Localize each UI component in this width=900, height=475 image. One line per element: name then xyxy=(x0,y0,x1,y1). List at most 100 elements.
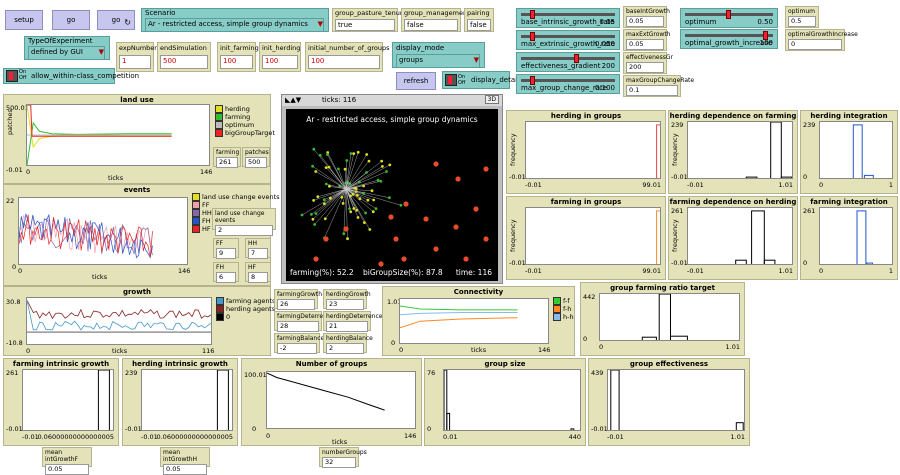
herding-dependence-on-farming-plot: herding dependence on farming239-0.01fre… xyxy=(668,110,798,194)
max-group-change-rate-slider[interactable]: max_group_change_rate0.100 xyxy=(516,74,620,94)
herding-intrinsic-growth-rate-plot: herding intrinsic growth rate239-0.01-0.… xyxy=(122,358,238,446)
group-size-plot: group size7600.01440 xyxy=(424,358,586,446)
view-controls-icon[interactable]: ◣▲▼ xyxy=(285,96,301,104)
series-line-bigGroupTarget xyxy=(27,105,172,136)
events-plot-area xyxy=(18,197,188,265)
group-node xyxy=(453,224,458,229)
farming-balance-monitor: farmingBalance-2 xyxy=(274,333,320,353)
histogram-area xyxy=(141,369,233,431)
histogram-svg xyxy=(600,294,739,340)
mean-int-growth-f-monitor: mean intGrowthF0.05 xyxy=(42,447,92,467)
histogram-bar xyxy=(752,211,765,264)
end-simulation-input[interactable]: endSimulation 500 xyxy=(157,42,211,72)
histogram-svg xyxy=(526,122,660,178)
3d-view-button[interactable]: 3D xyxy=(485,95,499,104)
agent-node xyxy=(349,210,352,213)
histogram-bar xyxy=(657,125,660,178)
histogram-bar xyxy=(764,260,775,264)
agent-node xyxy=(350,152,353,155)
histogram-area xyxy=(819,121,893,179)
effectiveness-gradient-slider[interactable]: effectiveness_gradient200 xyxy=(516,52,620,72)
histogram-svg xyxy=(444,370,580,430)
pairing-input[interactable]: pairing false xyxy=(464,8,494,32)
histogram-area xyxy=(607,369,745,431)
histogram-svg xyxy=(820,122,892,178)
refresh-button[interactable]: refresh xyxy=(396,72,436,90)
histogram-bar xyxy=(642,337,656,340)
initial-number-of-groups-value[interactable]: 100 xyxy=(308,55,380,69)
optimum-slider[interactable]: optimum0.50 xyxy=(680,8,778,28)
effectiveness-gr-monitor: effectivenessGr200 xyxy=(623,52,667,74)
initial-number-of-groups-input[interactable]: initial_number_of_groups 100 xyxy=(305,42,383,72)
agent-node xyxy=(326,153,329,156)
max-extrinsic-growth-rate-slider[interactable]: max_extrinsic_growth_rate0.050 xyxy=(516,30,620,50)
type-of-experiment-chooser[interactable]: TypeOfExperiment defined by GUI ▼ xyxy=(24,36,110,60)
toggle-switch-icon[interactable] xyxy=(445,74,457,86)
go-forever-button[interactable]: go↻ xyxy=(97,10,135,30)
base-intrinsic-growth-rate-slider[interactable]: base_intrinsic_growth_rate0.05 xyxy=(516,8,620,28)
group-management-value: false xyxy=(404,19,458,31)
init-herding-input[interactable]: init_herding 100 xyxy=(259,42,301,72)
number-of-groups-line xyxy=(267,372,415,428)
display-mode-chooser[interactable]: display_mode groups ▼ xyxy=(392,42,485,68)
scenario-label: Scenario xyxy=(145,9,175,17)
optimal-growth-increase-slider[interactable]: optimal_growth_increase100 xyxy=(680,29,778,49)
network-edge xyxy=(346,180,378,189)
exp-number-value[interactable]: 1 xyxy=(119,55,151,69)
connectivity-lines xyxy=(400,299,548,343)
histogram-bar xyxy=(736,260,747,264)
histogram-area xyxy=(687,207,793,265)
agent-node xyxy=(342,232,345,235)
group-node xyxy=(423,216,428,221)
group-management-input[interactable]: group_management false xyxy=(401,8,461,32)
growth-plot: growth 30.8 -10.8 0 ticks 116 farming ag… xyxy=(3,286,271,356)
setup-button[interactable]: setup xyxy=(5,10,43,30)
histogram-bar xyxy=(857,211,866,264)
agent-node xyxy=(375,207,378,210)
init-farming-value[interactable]: 100 xyxy=(220,55,253,69)
growth-series-line xyxy=(27,300,211,318)
agent-node xyxy=(337,168,340,171)
group-node xyxy=(483,166,488,171)
histogram-svg xyxy=(688,122,792,178)
slider-knob[interactable] xyxy=(726,10,731,19)
histogram-svg xyxy=(608,370,744,430)
group-pasture-tenure-input[interactable]: group_pasture_tenure true xyxy=(332,8,398,32)
world-canvas[interactable]: Ar - restricted access, simple group dyn… xyxy=(286,109,498,281)
histogram-bar xyxy=(736,423,743,430)
network-edge xyxy=(346,155,367,190)
histogram-bar xyxy=(217,370,228,430)
toggle-switch-icon[interactable] xyxy=(6,70,18,82)
group-farming-ratio-target-plot: group farming ratio target442001.01 xyxy=(580,282,745,356)
histogram-area xyxy=(687,121,793,179)
display-details-switch[interactable]: OnOff display_details xyxy=(442,71,510,89)
agent-node xyxy=(400,204,403,207)
histogram-area xyxy=(443,369,581,431)
histogram-bar xyxy=(659,294,670,340)
farming-monitor: farming261 xyxy=(213,147,241,167)
exp-number-input[interactable]: expNumber 1 xyxy=(116,42,154,72)
histogram-area xyxy=(525,121,661,179)
histogram-area xyxy=(22,369,114,431)
scenario-chooser[interactable]: Scenario Ar - restricted access, simple … xyxy=(141,8,329,32)
end-simulation-value[interactable]: 500 xyxy=(160,55,208,69)
agent-node xyxy=(381,165,384,168)
number-of-groups-plot-area xyxy=(266,371,416,429)
world-view: ◣▲▼ ticks: 116 3D Ar - restricted access… xyxy=(281,94,503,284)
optimum-monitor: optimum0.5 xyxy=(785,6,819,28)
dropdown-arrow-icon: ▼ xyxy=(474,56,479,64)
init-herding-value[interactable]: 100 xyxy=(262,55,298,69)
herding-integration-plot: herding integration239001 xyxy=(800,110,898,194)
max-ext-growth-monitor: maxExtGrowth0.05 xyxy=(623,29,667,51)
init-farming-input[interactable]: init_farming 100 xyxy=(217,42,256,72)
agent-node xyxy=(368,228,371,231)
network-edge xyxy=(345,169,346,189)
histogram-bar xyxy=(864,175,873,178)
pairing-value: false xyxy=(467,19,491,31)
ff-monitor: FF9 xyxy=(213,238,239,258)
events-series-line xyxy=(19,215,153,257)
go-once-button[interactable]: go xyxy=(52,10,90,30)
network-edge xyxy=(329,167,346,189)
land-use-plot: land use 500.01 -0.01 patches 0 ticks 14… xyxy=(3,94,271,184)
allow-within-class-switch[interactable]: OnOff allow_within-class_competition xyxy=(3,68,115,84)
